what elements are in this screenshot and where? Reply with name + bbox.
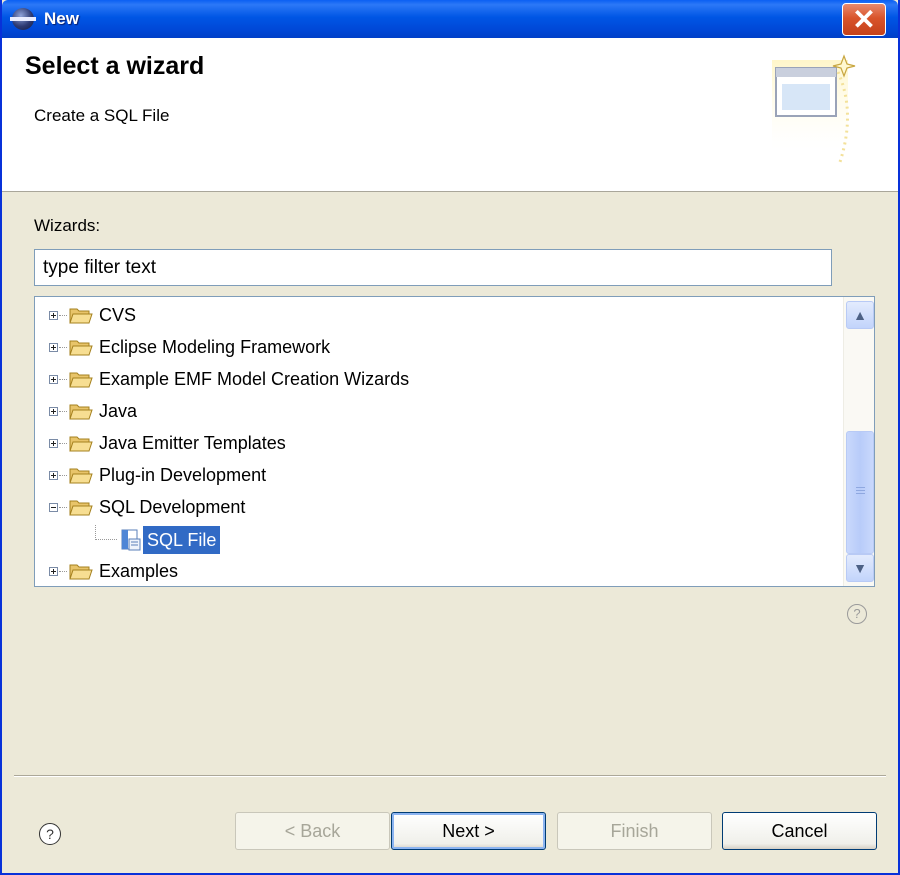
scroll-thumb[interactable] xyxy=(846,431,874,554)
scroll-down-button[interactable]: ▼ xyxy=(846,554,874,582)
eclipse-icon xyxy=(10,8,36,30)
page-title: Select a wizard xyxy=(25,52,205,80)
title-bar[interactable]: New ✕ xyxy=(2,0,898,38)
tree-item-sql-development[interactable]: SQL Development xyxy=(35,493,835,525)
tree-item-label: Eclipse Modeling Framework xyxy=(99,337,331,357)
tree-scrollbar[interactable]: ▲ ▼ xyxy=(843,297,874,586)
tree-item-eclipse-modeling-framework[interactable]: Eclipse Modeling Framework xyxy=(35,333,835,365)
collapse-icon[interactable] xyxy=(49,503,58,512)
tree-item-java-emitter-templates[interactable]: Java Emitter Templates xyxy=(35,429,835,461)
folder-icon xyxy=(69,564,93,580)
close-button[interactable]: ✕ xyxy=(842,3,886,36)
new-wizard-dialog: New ✕ Select a wizard Create a SQL File … xyxy=(0,0,900,875)
tree-item-sql-file[interactable]: SQL File xyxy=(35,525,835,557)
tree-item-plug-in-development[interactable]: Plug-in Development xyxy=(35,461,835,493)
help-button[interactable]: ? xyxy=(39,823,61,845)
filter-input[interactable] xyxy=(34,249,832,286)
tree-item-example-emf-wizards[interactable]: Example EMF Model Creation Wizards xyxy=(35,365,835,397)
page-description: Create a SQL File xyxy=(34,106,170,125)
expand-icon[interactable] xyxy=(49,375,58,384)
window-title: New xyxy=(44,9,79,28)
expand-icon[interactable] xyxy=(49,567,58,576)
back-button[interactable]: < Back xyxy=(235,812,390,850)
expand-icon[interactable] xyxy=(49,311,58,320)
tree-item-label: SQL Development xyxy=(99,497,246,517)
folder-icon xyxy=(69,436,93,452)
cancel-button[interactable]: Cancel xyxy=(722,812,877,850)
folder-icon xyxy=(69,404,93,420)
expand-icon[interactable] xyxy=(49,471,58,480)
tree-item-label: Example EMF Model Creation Wizards xyxy=(99,369,410,389)
tree-item-examples[interactable]: Examples xyxy=(35,557,835,586)
folder-icon xyxy=(69,372,93,388)
folder-icon xyxy=(69,308,93,324)
sql-file-icon xyxy=(121,529,141,551)
finish-button[interactable]: Finish xyxy=(557,812,712,850)
folder-icon xyxy=(69,340,93,356)
button-bar-separator xyxy=(14,775,886,777)
tree-item-java[interactable]: Java xyxy=(35,397,835,429)
wizards-label: Wizards: xyxy=(34,216,101,235)
tree-item-label: Java Emitter Templates xyxy=(99,433,286,453)
scroll-up-button[interactable]: ▲ xyxy=(846,301,874,329)
next-button[interactable]: Next > xyxy=(391,812,546,850)
wizard-banner-icon xyxy=(772,54,856,163)
help-icon[interactable]: ? xyxy=(847,604,867,624)
tree-item-cvs[interactable]: CVS xyxy=(35,301,835,333)
wizard-tree[interactable]: CVS Eclipse Modeling Framework Example E… xyxy=(34,296,875,587)
expand-icon[interactable] xyxy=(49,439,58,448)
expand-icon[interactable] xyxy=(49,343,58,352)
folder-open-icon xyxy=(69,500,93,516)
grip-icon xyxy=(856,487,865,495)
tree-item-label: CVS xyxy=(99,305,137,325)
tree-item-label: Java xyxy=(99,401,138,421)
expand-icon[interactable] xyxy=(49,407,58,416)
tree-item-label: Plug-in Development xyxy=(99,465,267,485)
folder-icon xyxy=(69,468,93,484)
tree-item-label: SQL File xyxy=(143,526,221,554)
tree-item-label: Examples xyxy=(99,561,179,581)
